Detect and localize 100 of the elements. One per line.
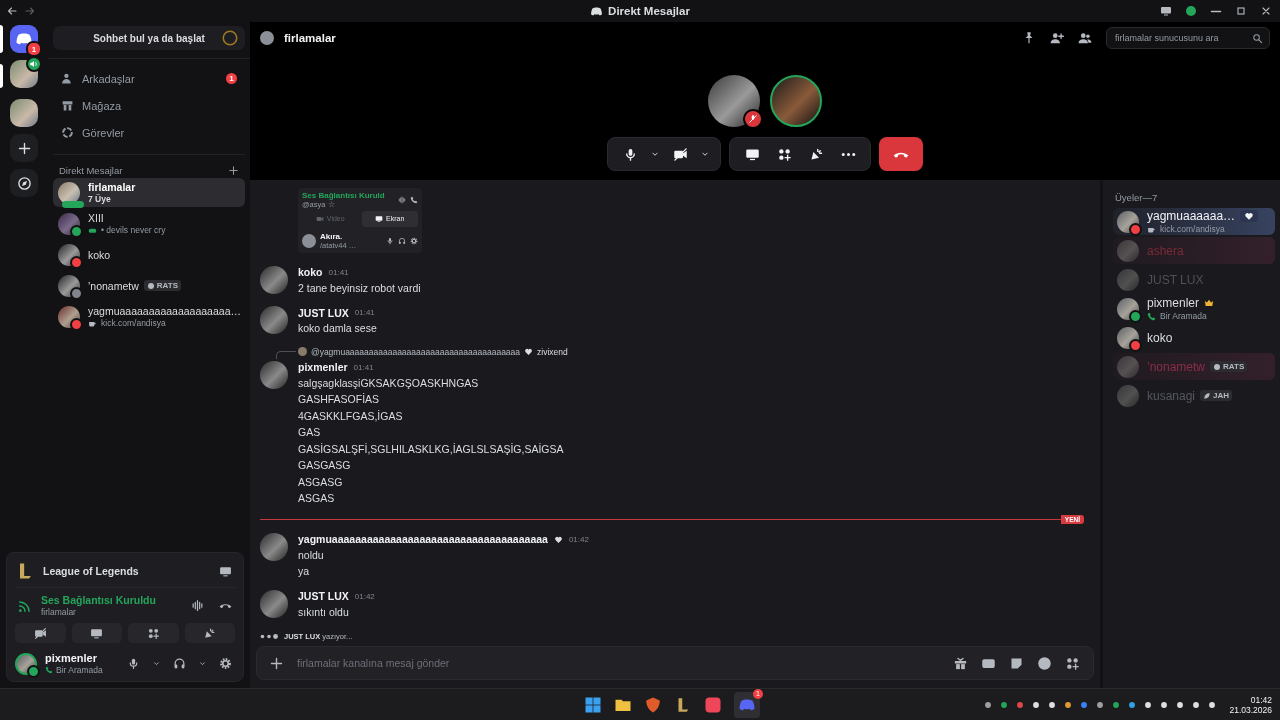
channel-name: firlamalar <box>284 32 336 44</box>
author-name[interactable]: JUST LUX <box>298 306 349 319</box>
dm-subtitle: kick.com/andisya <box>101 318 166 328</box>
apps-icon <box>776 146 792 162</box>
user-status: Bir Aramada <box>56 665 103 675</box>
nav-item[interactable]: Görevler <box>53 119 245 146</box>
avatar <box>260 532 288 561</box>
minimize-icon[interactable] <box>1210 9 1222 13</box>
server-avatar[interactable] <box>10 99 38 127</box>
voice-status: Ses Bağlantısı Kuruldu <box>41 594 157 606</box>
nav-item[interactable]: Mağaza <box>53 92 245 119</box>
shield-icon[interactable] <box>644 695 662 714</box>
voice-action-button[interactable] <box>71 623 122 643</box>
leave-call-button[interactable] <box>879 137 923 171</box>
discover-button[interactable] <box>10 169 38 197</box>
gift-icon <box>952 655 968 671</box>
dm-item[interactable]: XIII • devils never cry <box>53 209 245 238</box>
message-text: GASGASG <box>298 458 352 473</box>
sparkle-icon <box>203 626 217 640</box>
gear-icon <box>218 657 232 670</box>
nav-item[interactable]: Arkadaşlar 1 <box>53 65 245 92</box>
phone-icon <box>45 666 53 674</box>
shop-icon <box>61 99 74 112</box>
heart-icon <box>524 347 534 356</box>
search-icon <box>1252 32 1263 44</box>
member-item[interactable]: koko <box>1113 324 1275 351</box>
voice-action-button[interactable] <box>15 623 66 643</box>
timestamp: 01:41 <box>354 308 375 317</box>
dm-item[interactable]: firlamalar 7 Üye <box>53 178 245 207</box>
author-name[interactable]: koko <box>298 266 323 278</box>
add-server-button[interactable] <box>10 134 38 162</box>
tray-icon[interactable] <box>1191 699 1202 710</box>
member-item[interactable]: kusanagi JAH <box>1113 382 1275 409</box>
tray-icon[interactable] <box>999 699 1010 710</box>
message-text: ASGAS <box>298 491 336 506</box>
members-icon[interactable] <box>1078 31 1092 45</box>
dm-subtitle: • devils never cry <box>101 225 166 235</box>
author-name[interactable]: pixmenler <box>298 361 348 373</box>
screen-icon <box>218 564 232 578</box>
dm-item[interactable]: yagmuaaaaaaaaaaaaaaaaaaa… kick.com/andisya <box>53 302 245 331</box>
tray-icon[interactable] <box>1143 699 1154 710</box>
mic-off-icon <box>748 114 758 124</box>
member-name: ashera <box>1147 243 1184 258</box>
maximize-icon[interactable] <box>1235 5 1247 17</box>
search-field[interactable]: firlamalar sunucusunu ara <box>1106 27 1270 49</box>
tray-icon[interactable] <box>1047 699 1058 710</box>
tray-icon[interactable] <box>1031 699 1042 710</box>
leaf-icon <box>1203 391 1212 400</box>
camoff-icon <box>33 626 47 640</box>
avatar <box>1117 297 1139 320</box>
home-button[interactable] <box>10 25 38 53</box>
plus-icon[interactable] <box>228 165 239 176</box>
message-input[interactable]: firlamalar kanalına mesaj gönder <box>295 656 941 670</box>
author-name[interactable]: yagmuaaaaaaaaaaaaaaaaaaaaaaaaaaaaaaaaaaaaa <box>298 533 548 545</box>
dm-name: ʼnonametw <box>88 279 139 292</box>
dm-name: XIII <box>88 212 104 224</box>
voice-channel: firlamalar <box>41 607 77 617</box>
search-button[interactable]: Sohbet bul ya da başlat <box>53 26 245 50</box>
compass-icon <box>16 175 32 191</box>
screen-alert-icon[interactable] <box>1160 5 1172 17</box>
member-name: JUST LUX <box>1147 272 1204 287</box>
close-icon[interactable] <box>1260 5 1272 17</box>
voice-action-button[interactable] <box>128 623 179 643</box>
member-name: yagmuaaaaaa… <box>1147 209 1236 223</box>
tray-icon[interactable] <box>1127 699 1138 710</box>
avatar <box>1117 210 1139 233</box>
member-item[interactable]: yagmuaaaaaa… kick.com/andisya <box>1113 208 1275 235</box>
wave-icon <box>190 599 204 612</box>
member-name: koko <box>1147 330 1173 345</box>
message-text: 4GASKKLFGAS,İGAS <box>298 408 404 424</box>
tray-icon[interactable] <box>1207 699 1218 710</box>
search-input[interactable]: firlamalar sunucusunu ara <box>1113 32 1252 44</box>
screen-icon <box>90 626 104 640</box>
tray-icon[interactable] <box>1175 699 1186 710</box>
member-item[interactable]: pixmenler Bir Aramada <box>1113 295 1275 322</box>
tray-icon[interactable] <box>1159 699 1170 710</box>
tray-icon[interactable] <box>1095 699 1106 710</box>
add-friend-icon[interactable] <box>1050 31 1064 45</box>
avatar <box>1117 268 1139 291</box>
settings-icon <box>410 236 418 245</box>
author-name[interactable]: JUST LUX <box>298 590 349 602</box>
avatar <box>260 589 288 618</box>
back-arrow-icon[interactable] <box>6 5 18 17</box>
voice-status: Ses Bağlantısı Kuruld <box>302 190 386 200</box>
member-item[interactable]: ʼnonametw RATS <box>1113 353 1275 380</box>
voice-action-button[interactable] <box>184 623 235 643</box>
member-name: pixmenler <box>1147 296 1200 310</box>
notification-badge: 1 <box>226 73 237 84</box>
message-text: GASHFASOFİAS <box>298 392 381 407</box>
dm-item[interactable]: koko <box>53 240 245 269</box>
wave-icon <box>398 195 406 204</box>
nav-label: Görevler <box>82 126 126 139</box>
message-composer[interactable]: firlamalar kanalına mesaj gönder <box>256 646 1094 680</box>
dm-item[interactable]: ʼnonametw RATS <box>53 271 245 300</box>
tray-icon[interactable] <box>983 699 994 710</box>
tray-icon[interactable] <box>1111 699 1122 710</box>
orb-icon <box>221 29 239 47</box>
discord-taskbar-button[interactable] <box>734 691 760 718</box>
tray-icon[interactable] <box>1063 699 1074 710</box>
guild-tag: JAH <box>1200 390 1233 401</box>
